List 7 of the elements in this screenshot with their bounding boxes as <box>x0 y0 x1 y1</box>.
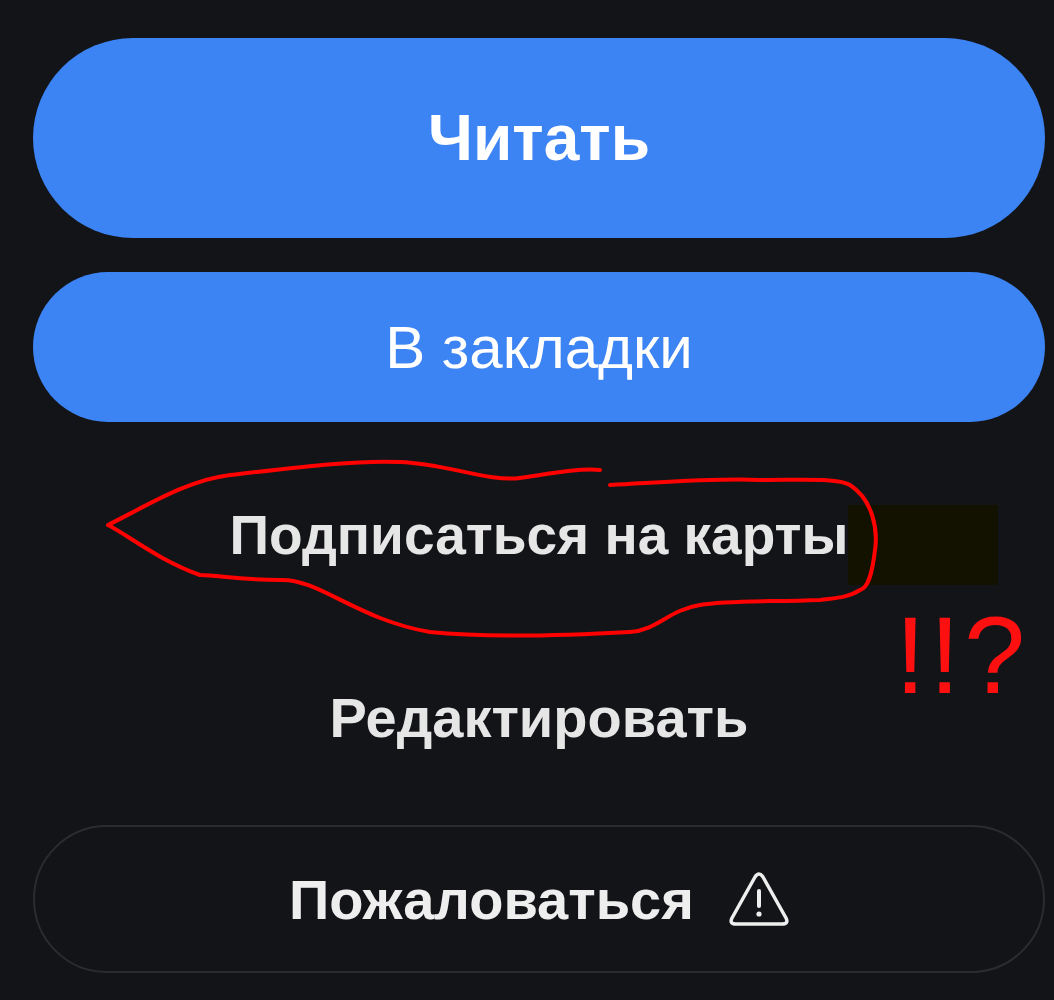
bookmark-button[interactable]: В закладки <box>33 272 1045 422</box>
warning-icon <box>728 872 789 926</box>
action-link[interactable]: Редактировать <box>329 685 749 750</box>
action-link[interactable]: Подписаться на карты <box>229 502 849 567</box>
report-button[interactable]: Пожаловаться <box>33 825 1045 973</box>
read-button[interactable]: Читать <box>33 38 1045 238</box>
annotation-note: !!? <box>895 600 1030 710</box>
